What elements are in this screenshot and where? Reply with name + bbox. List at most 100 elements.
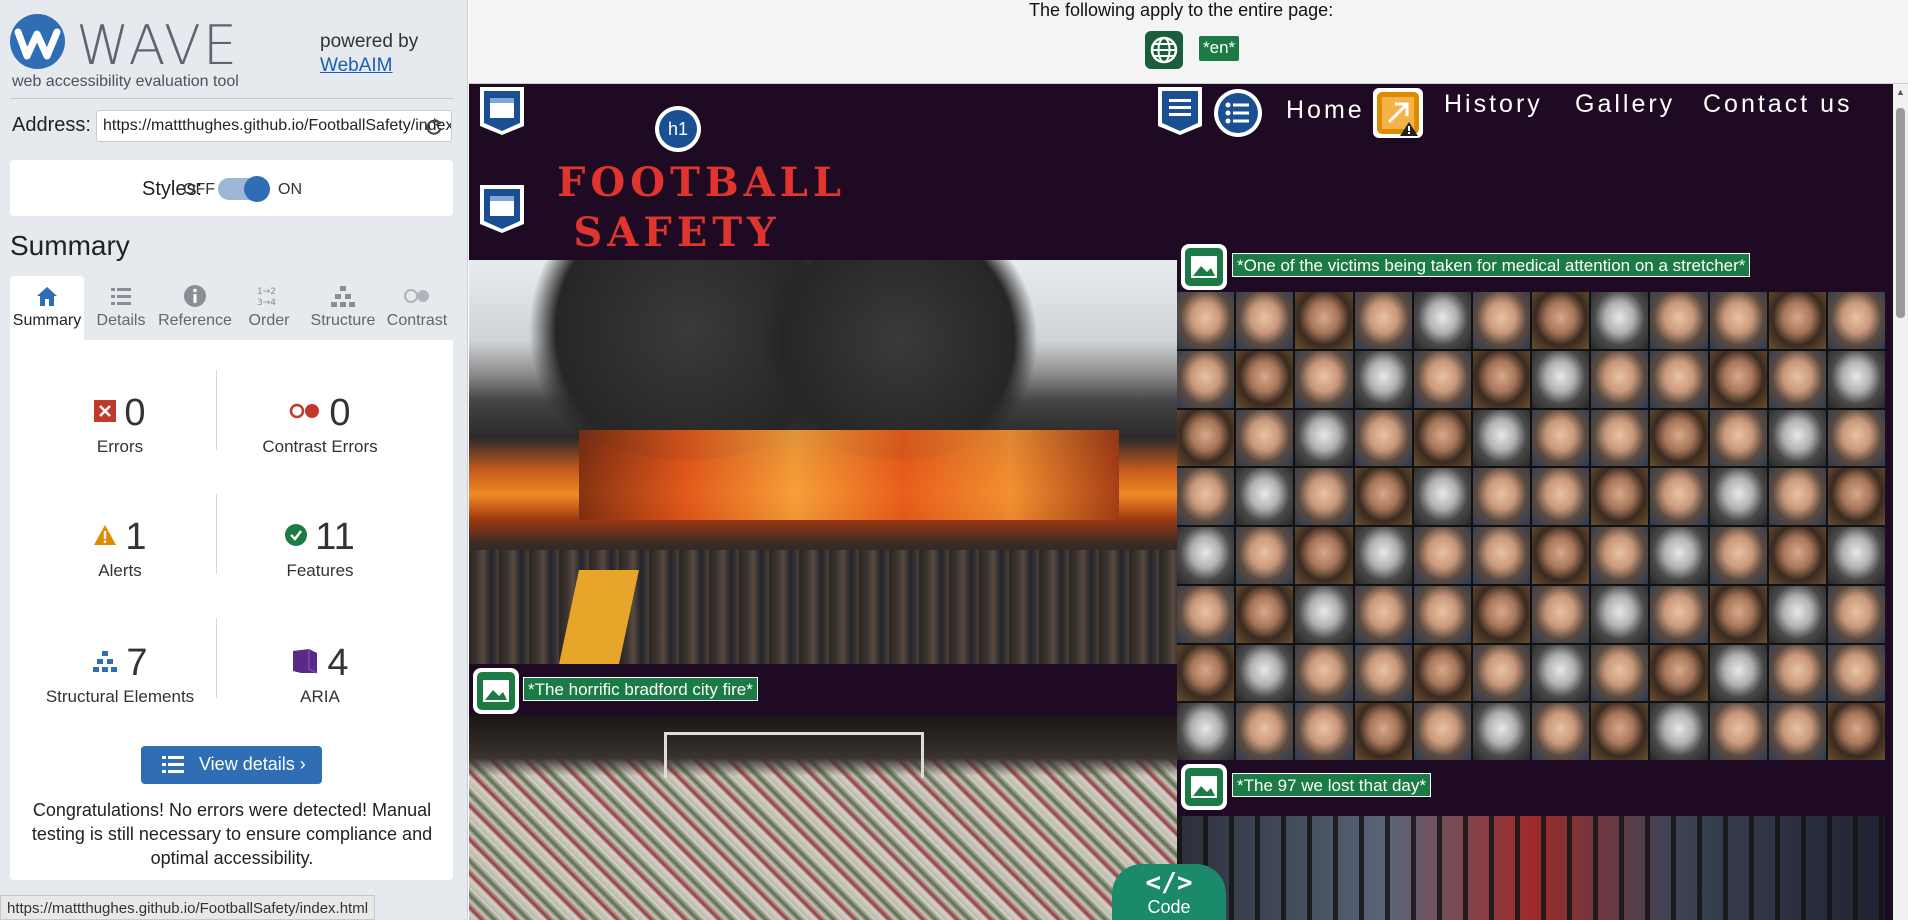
- header-landmark-icon[interactable]: [479, 184, 525, 234]
- svg-text:3→4: 3→4: [257, 298, 276, 308]
- alt-text-fire[interactable]: *The horrific bradford city fire*: [523, 677, 758, 701]
- portrait-tile: [1827, 350, 1885, 408]
- portrait-tile: [1827, 585, 1885, 643]
- portrait-tile: [1295, 292, 1353, 349]
- h1-badge: h1: [659, 110, 697, 148]
- alt-text-image-icon[interactable]: [1181, 244, 1227, 290]
- portrait-tile: [1177, 585, 1235, 643]
- feature-check-icon: [285, 523, 308, 546]
- scroll-up-icon[interactable]: ▲: [1896, 88, 1905, 97]
- stat-alerts[interactable]: 1 Alerts: [20, 516, 220, 581]
- page-scrollbar[interactable]: ▲: [1893, 84, 1908, 920]
- alerts-label: Alerts: [98, 561, 142, 580]
- reload-icon[interactable]: [425, 118, 443, 136]
- navigation-landmark-icon[interactable]: [1157, 86, 1203, 136]
- portrait-tile: [1709, 527, 1767, 584]
- portrait-tile: [1177, 468, 1235, 525]
- congrats-message: Congratulations! No errors were detected…: [31, 800, 433, 868]
- contrast-icon: [404, 289, 429, 303]
- portrait-tile: [1827, 703, 1885, 760]
- portrait-tile: [1236, 527, 1294, 584]
- portrait-tile: [1413, 292, 1471, 349]
- redundant-link-alert-icon[interactable]: [1373, 88, 1423, 138]
- stat-contrast-errors[interactable]: 0 Contrast Errors: [220, 392, 420, 457]
- portrait-tile: [1295, 350, 1353, 408]
- portrait-tile: [1827, 292, 1885, 349]
- portrait-tile: [1472, 350, 1530, 408]
- webaim-link[interactable]: WebAIM: [320, 55, 393, 76]
- flowers-tribute-image: [469, 716, 1177, 920]
- portrait-tile: [1413, 703, 1471, 760]
- powered-by: powered by WebAIM: [320, 30, 418, 78]
- portrait-tile: [1236, 409, 1294, 467]
- portrait-tile: [1413, 585, 1471, 643]
- tab-label: Summary: [12, 312, 82, 329]
- alert-triangle-icon: [94, 524, 117, 545]
- tab-label: Contrast: [386, 312, 448, 329]
- contrast-error-icon: [290, 403, 320, 419]
- header-landmark-icon[interactable]: [479, 86, 525, 136]
- nav-link-contact[interactable]: Contact us: [1703, 90, 1853, 119]
- portrait-tile: [1650, 292, 1708, 349]
- status-bar-url: https://mattthughes.github.io/FootballSa…: [0, 895, 376, 920]
- portrait-tile: [1768, 644, 1826, 702]
- code-label: Code: [1147, 897, 1191, 917]
- stat-structural-elements[interactable]: 7 Structural Elements: [20, 642, 220, 707]
- styles-off-label: OFF: [183, 181, 215, 198]
- nav-link-home[interactable]: Home: [1286, 96, 1365, 125]
- site-title-line2: SAFETY: [573, 209, 781, 256]
- alt-text-stretcher[interactable]: *One of the victims being taken for medi…: [1232, 253, 1751, 277]
- structure-icon: [331, 286, 355, 307]
- portrait-tile: [1532, 468, 1590, 525]
- h1-heading-icon[interactable]: h1: [655, 106, 701, 152]
- portrait-tile: [1768, 468, 1826, 525]
- portrait-tile: [1591, 350, 1649, 408]
- tab-order[interactable]: 1→2 3→4 Order: [232, 276, 306, 340]
- stat-features[interactable]: 11 Features: [220, 516, 420, 581]
- home-icon: [37, 287, 57, 306]
- address-value: https://mattthughes.github.io/FootballSa…: [103, 117, 452, 134]
- portrait-tile: [1532, 350, 1590, 408]
- tab-summary[interactable]: Summary: [10, 276, 84, 340]
- portrait-tile: [1532, 703, 1590, 760]
- portrait-tile: [1295, 527, 1353, 584]
- order-icon: 1→23→4: [257, 287, 276, 308]
- tab-label: Order: [248, 312, 290, 329]
- victims-portrait-grid: [1177, 292, 1885, 760]
- language-globe-icon[interactable]: [1145, 31, 1183, 69]
- portrait-tile: [1650, 409, 1708, 467]
- alt-text-97[interactable]: *The 97 we lost that day*: [1232, 773, 1432, 797]
- code-toggle-button[interactable]: </> Code: [1112, 864, 1226, 920]
- alt-text-image-icon[interactable]: [1181, 764, 1227, 810]
- portrait-tile: [1354, 527, 1412, 584]
- tab-reference[interactable]: Reference: [158, 276, 232, 340]
- view-details-button[interactable]: View details ›: [141, 746, 322, 784]
- stat-aria[interactable]: 4 ARIA: [220, 642, 420, 707]
- unordered-list-icon[interactable]: [1213, 88, 1263, 138]
- portrait-tile: [1177, 350, 1235, 408]
- portrait-tile: [1709, 644, 1767, 702]
- address-input[interactable]: https://mattthughes.github.io/FootballSa…: [96, 110, 452, 142]
- tab-details[interactable]: Details: [84, 276, 158, 340]
- portrait-tile: [1650, 703, 1708, 760]
- language-tag[interactable]: *en*: [1199, 36, 1240, 61]
- portrait-tile: [1472, 292, 1530, 349]
- styles-toggle-card: Styles: OFF ON: [10, 160, 453, 216]
- nav-link-gallery[interactable]: Gallery: [1575, 90, 1675, 119]
- alt-text-image-icon[interactable]: [473, 668, 519, 714]
- bradford-fire-image: [469, 260, 1177, 664]
- portrait-tile: [1591, 585, 1649, 643]
- styles-toggle[interactable]: [218, 176, 270, 202]
- tab-contrast[interactable]: Contrast: [380, 276, 454, 340]
- page-level-bar: The following apply to the entire page: …: [469, 0, 1908, 84]
- fence-crowd-image: [1177, 816, 1885, 920]
- stat-errors[interactable]: 0 Errors: [20, 392, 220, 457]
- styles-on-label: ON: [278, 181, 302, 198]
- portrait-tile: [1177, 292, 1235, 349]
- scroll-thumb[interactable]: [1896, 108, 1905, 318]
- toggle-knob: [244, 176, 270, 202]
- portrait-tile: [1177, 703, 1235, 760]
- address-row: Address: https://mattthughes.github.io/F…: [12, 110, 452, 144]
- nav-link-history[interactable]: History: [1444, 90, 1543, 119]
- tab-structure[interactable]: Structure: [306, 276, 380, 340]
